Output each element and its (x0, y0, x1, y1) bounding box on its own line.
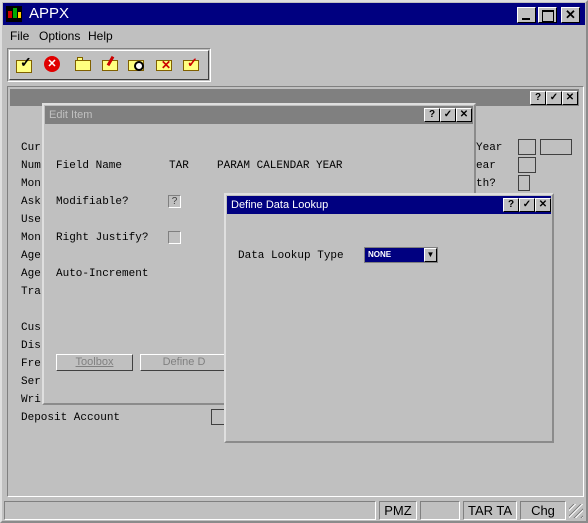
auto-increment-label: Auto-Increment (56, 268, 149, 280)
lookup-type-value: NONE (368, 250, 392, 259)
title-bar[interactable] (3, 3, 585, 25)
bg-field-wide[interactable] (540, 139, 572, 155)
lookup-type-label: Data Lookup Type (238, 250, 344, 262)
bg-label: Age (21, 268, 41, 280)
bg-field[interactable] (518, 175, 530, 191)
edit-item-close-button[interactable]: ✕ (456, 108, 472, 122)
window-title: APPX (29, 5, 70, 22)
edit-item-ok-button[interactable]: ✓ (440, 108, 456, 122)
bg-label: Wri (21, 394, 41, 406)
bg-label: Tra (21, 286, 41, 298)
edit-item-title: Edit Item (49, 109, 93, 121)
define-lookup-title: Define Data Lookup (231, 199, 329, 211)
bg-label: Use (21, 214, 41, 226)
mdi-close-button[interactable]: ✕ (562, 91, 578, 105)
mdi-ok-button[interactable]: ✓ (546, 91, 562, 105)
status-cell-main (4, 501, 376, 520)
lookup-close-button[interactable]: ✕ (535, 198, 551, 212)
chevron-down-icon[interactable]: ▼ (424, 248, 437, 262)
field-name-label: Field Name (56, 160, 123, 172)
edit-item-help-button[interactable]: ? (424, 108, 440, 122)
define-lookup-dialog (224, 193, 554, 443)
bg-label: Mon (21, 232, 41, 244)
bg-label: Dis (21, 340, 41, 352)
define-button-label: Define D (162, 356, 206, 368)
bg-label: Ask (21, 196, 41, 208)
resize-grip[interactable] (569, 504, 583, 518)
deposit-account-label: Deposit Account (21, 412, 121, 424)
bg-field[interactable] (518, 139, 536, 155)
toolbox-button-label: Toolbox (75, 356, 114, 368)
check-icon[interactable]: ✓ (16, 54, 34, 73)
edit-item-titlebar[interactable] (45, 106, 473, 124)
modifiable-checkbox[interactable]: ? (168, 195, 181, 208)
menu-options[interactable]: Options (39, 29, 80, 43)
field-name-app: TAR (169, 160, 189, 172)
mdi-help-button[interactable]: ? (530, 91, 546, 105)
bg-label: Fre (21, 358, 41, 370)
bg-label-right: ear (476, 160, 496, 172)
status-chg: Chg (520, 501, 566, 520)
field-name-value: PARAM CALENDAR YEAR (217, 160, 343, 172)
menu-help[interactable]: Help (88, 29, 113, 43)
menu-file[interactable]: File (10, 29, 29, 43)
lookup-type-select[interactable]: NONE ▼ (364, 247, 438, 263)
cancel-icon[interactable]: ✕ (44, 56, 60, 72)
close-button[interactable]: ✕ (561, 7, 580, 23)
app-icon (6, 6, 22, 22)
bg-label: Num (21, 160, 41, 172)
delete-folder-icon[interactable]: ✕ (156, 57, 173, 72)
maximize-button[interactable] (538, 7, 557, 23)
bg-label: Cus (21, 322, 41, 334)
bg-label-right: Year (476, 142, 503, 154)
bg-label-right: th? (476, 178, 496, 190)
status-tar-ta: TAR TA (463, 501, 517, 520)
find-folder-icon[interactable] (128, 57, 145, 71)
scan-folder-icon[interactable]: ✓ (183, 55, 200, 71)
bg-label: Ser (21, 376, 41, 388)
minimize-button[interactable] (517, 7, 536, 23)
bg-label: Mon (21, 178, 41, 190)
edit-folder-icon[interactable] (102, 55, 119, 71)
lookup-help-button[interactable]: ? (503, 198, 519, 212)
status-empty (420, 501, 460, 520)
bg-field[interactable] (518, 157, 536, 173)
status-pmz: PMZ (379, 501, 417, 520)
lookup-ok-button[interactable]: ✓ (519, 198, 535, 212)
right-justify-label: Right Justify? (56, 232, 149, 244)
bg-label: Cur (21, 142, 41, 154)
bg-label: Age (21, 250, 41, 262)
modifiable-label: Modifiable? (56, 196, 129, 208)
right-justify-checkbox[interactable] (168, 231, 181, 244)
new-folder-icon[interactable] (75, 57, 92, 71)
